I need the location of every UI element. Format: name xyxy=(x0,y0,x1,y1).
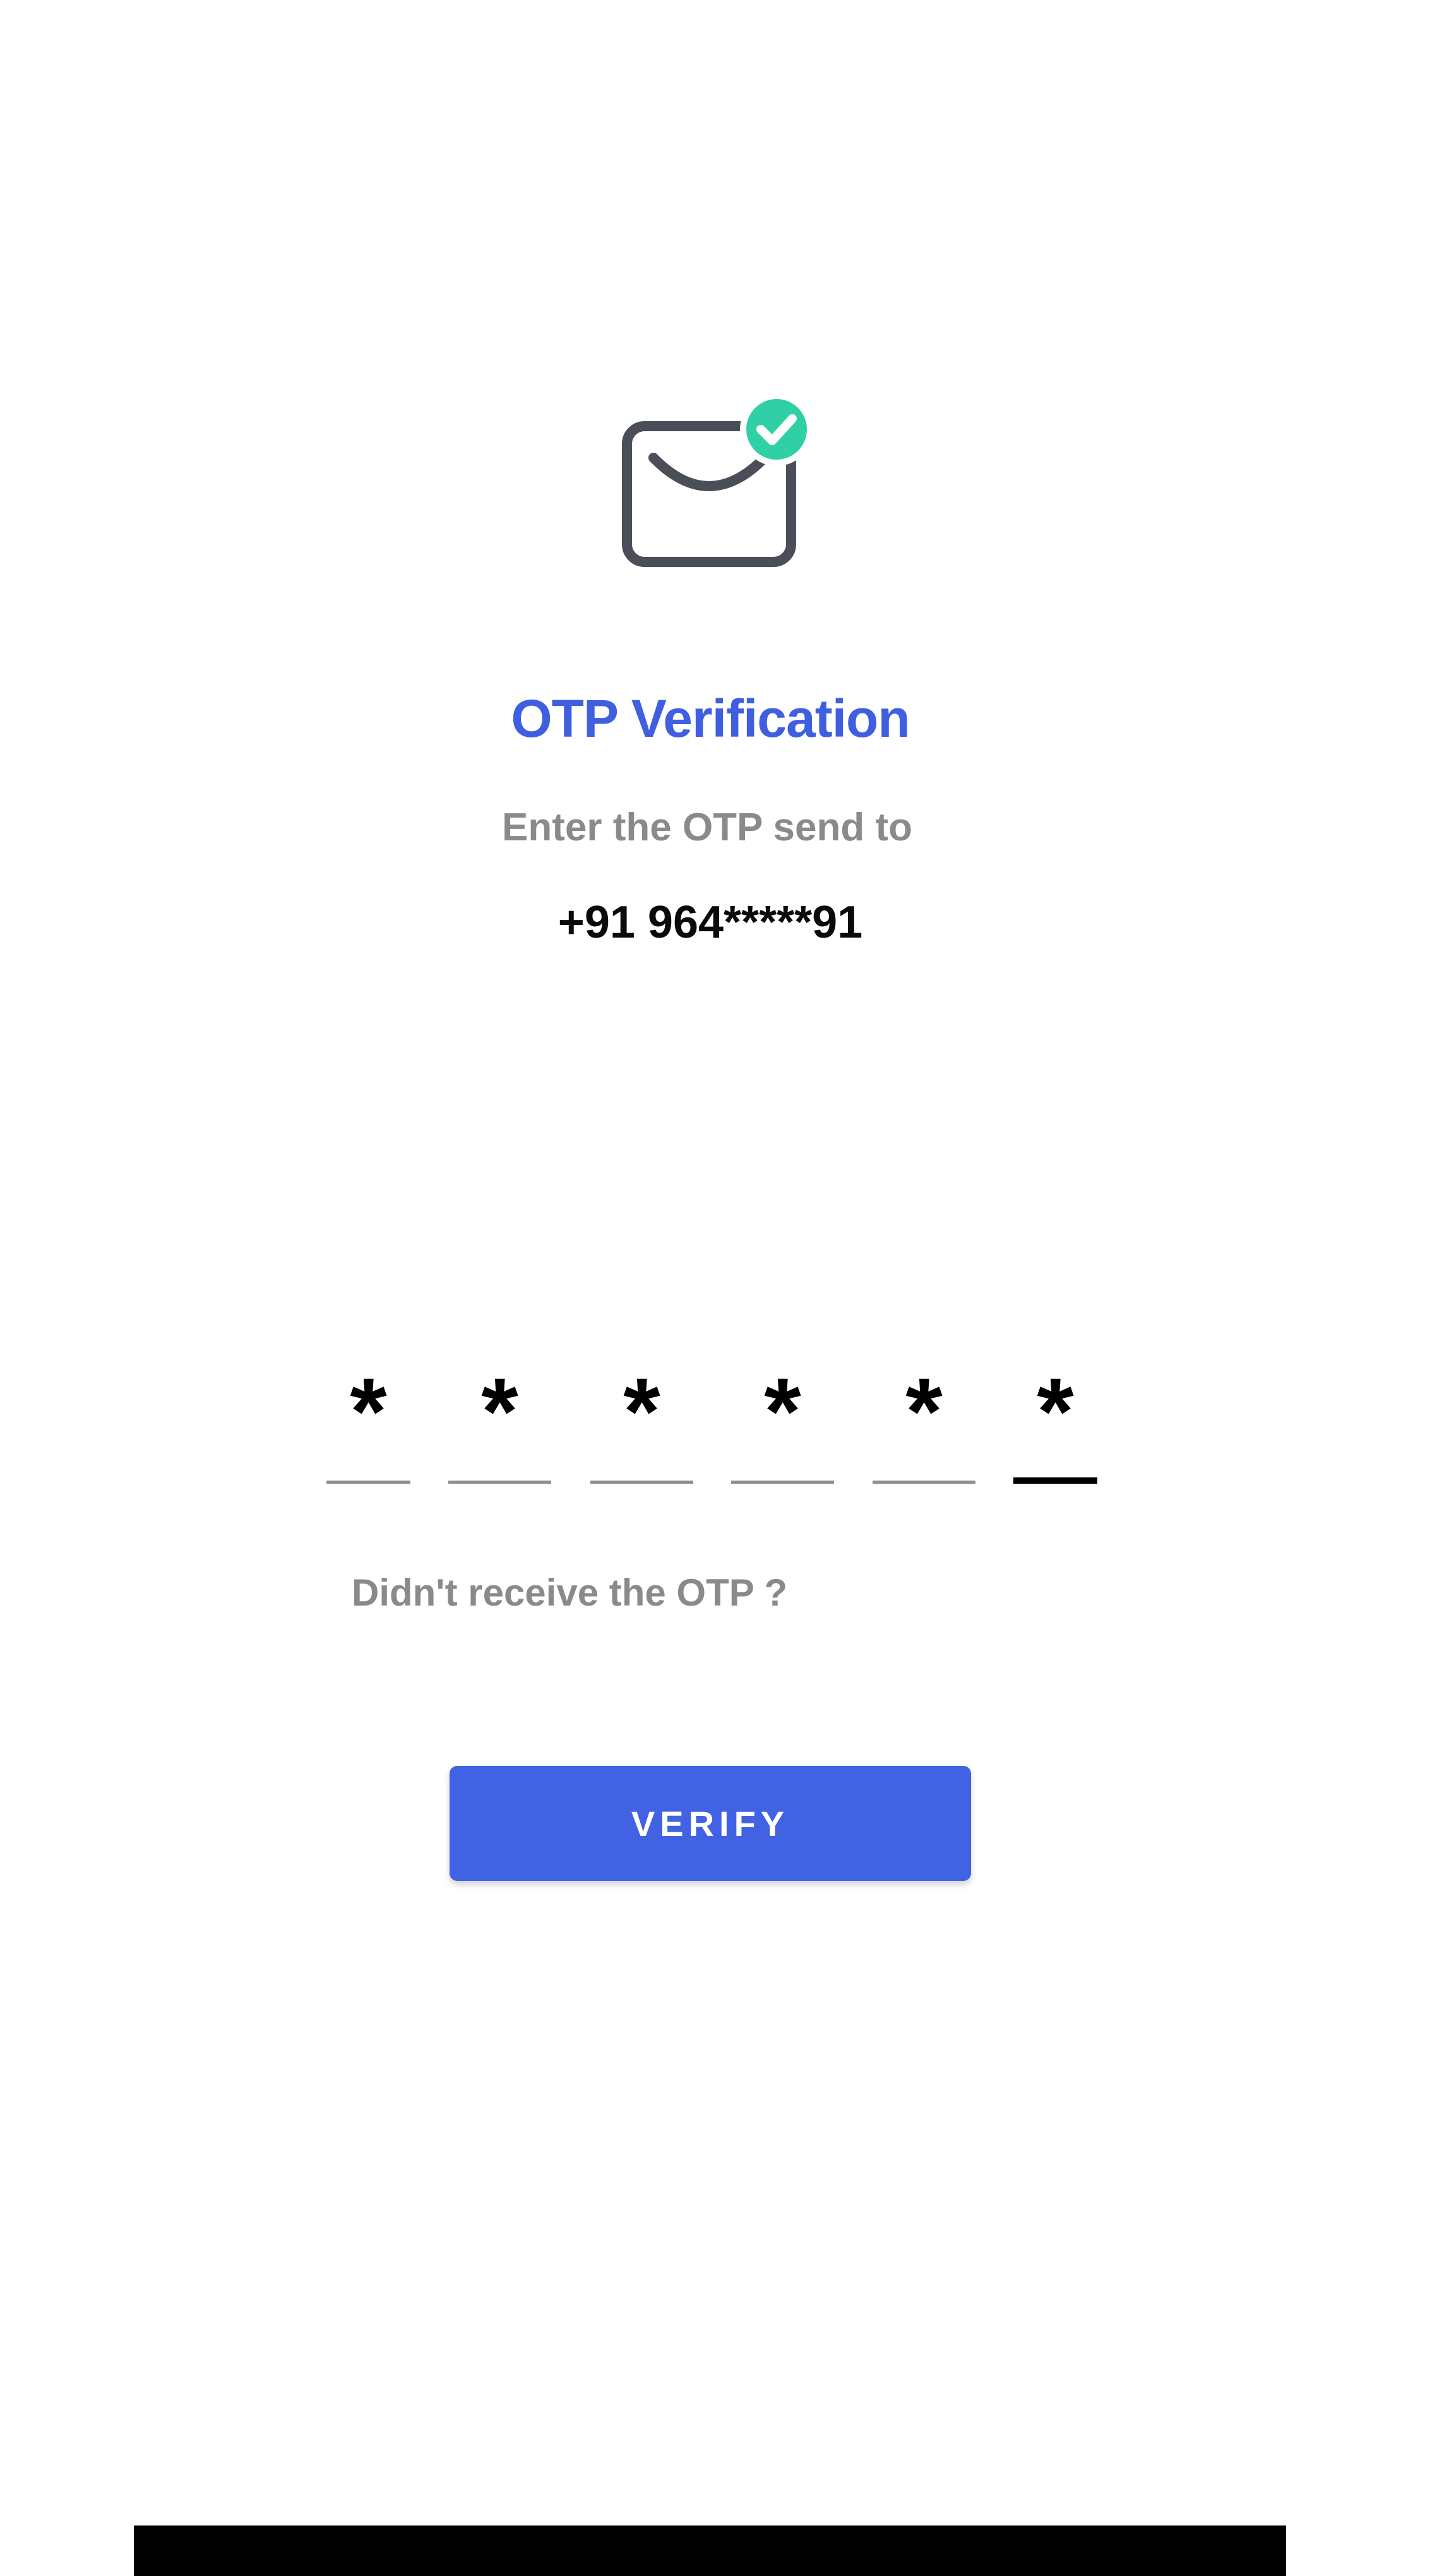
otp-digit-field-6[interactable]: * xyxy=(1013,1357,1097,1484)
resend-otp-link[interactable]: Didn't receive the OTP ? xyxy=(352,1571,787,1614)
otp-digit-value: * xyxy=(623,1358,660,1464)
otp-digit-value: * xyxy=(350,1358,387,1464)
otp-digit-field-1[interactable]: * xyxy=(326,1357,410,1484)
otp-digit-field-3[interactable]: * xyxy=(590,1357,693,1484)
otp-underline xyxy=(731,1481,834,1484)
otp-digit-value: * xyxy=(905,1358,943,1464)
otp-underline xyxy=(448,1481,551,1484)
otp-underline xyxy=(326,1481,410,1484)
bottom-navigation-bar xyxy=(134,2525,1286,2576)
otp-underline xyxy=(590,1481,693,1484)
otp-underline xyxy=(873,1481,975,1484)
otp-digit-field-4[interactable]: * xyxy=(731,1357,834,1484)
phone-number: +91 964*****91 xyxy=(558,897,863,948)
verify-button[interactable]: VERIFY xyxy=(450,1766,971,1881)
page-title: OTP Verification xyxy=(511,689,910,748)
otp-digit-value: * xyxy=(481,1358,518,1464)
otp-digit-value: * xyxy=(1037,1358,1074,1464)
otp-digit-field-5[interactable]: * xyxy=(873,1357,975,1484)
otp-digit-value: * xyxy=(764,1358,801,1464)
otp-instruction: Enter the OTP send to xyxy=(502,806,912,849)
otp-digit-field-2[interactable]: * xyxy=(448,1357,551,1484)
envelope-check-icon xyxy=(622,393,813,571)
otp-underline-active xyxy=(1013,1477,1097,1484)
